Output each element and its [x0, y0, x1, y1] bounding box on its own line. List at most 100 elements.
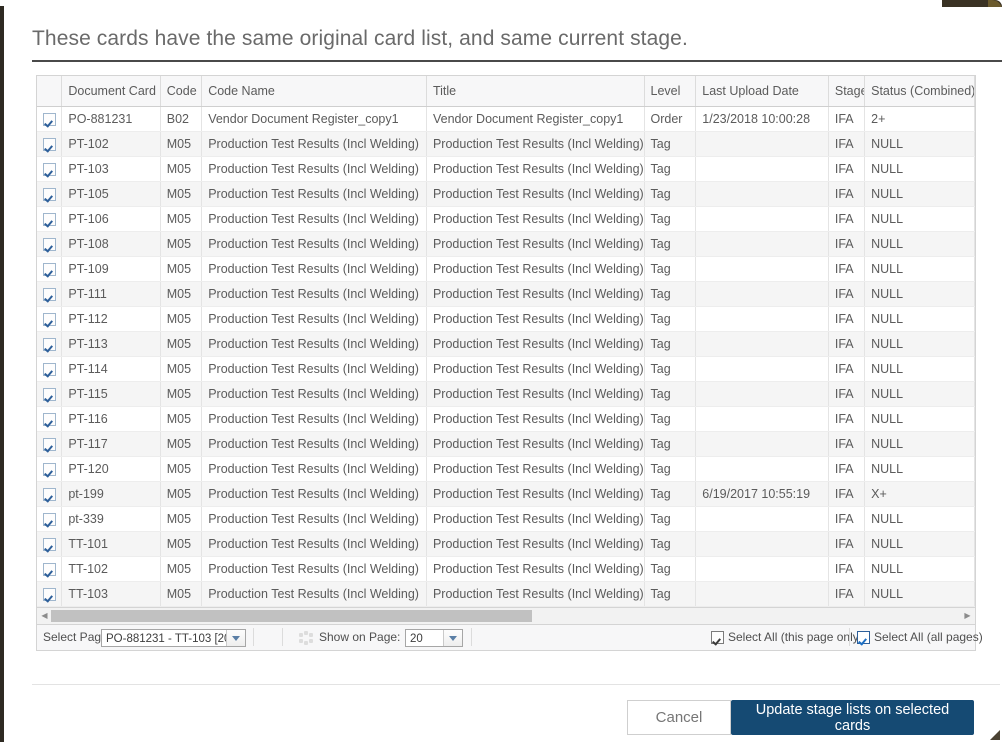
row-select-cell[interactable]: [37, 531, 63, 557]
column-header-code[interactable]: Code: [160, 76, 203, 107]
row-select-cell[interactable]: [37, 456, 63, 482]
row-checkbox[interactable]: [43, 337, 56, 351]
show-on-page-label: Show on Page:: [319, 630, 401, 644]
row-select-cell[interactable]: [37, 281, 63, 307]
cell-document-card: PT-103: [61, 156, 161, 182]
table-row[interactable]: pt-339 M05 Production Test Results (Incl W…: [37, 506, 975, 532]
row-checkbox[interactable]: [43, 112, 56, 126]
row-select-cell[interactable]: [37, 581, 63, 607]
column-header-code-name[interactable]: Code Name: [201, 76, 427, 107]
table-row[interactable]: PT-113 M05 Production Test Results (Incl W…: [37, 331, 975, 357]
show-on-page-dropdown[interactable]: 20: [405, 629, 463, 647]
table-row[interactable]: PT-103 M05 Production Test Results (Incl W…: [37, 156, 975, 182]
cell-last-upload-date: [695, 181, 829, 207]
row-checkbox[interactable]: [43, 237, 56, 251]
row-checkbox[interactable]: [43, 212, 56, 226]
horizontal-scrollbar[interactable]: ◀ ▶: [36, 608, 976, 625]
row-select-cell[interactable]: [37, 156, 63, 182]
cell-code: M05: [160, 456, 203, 482]
row-select-cell[interactable]: [37, 431, 63, 457]
select-all-this-page-checkbox[interactable]: [711, 630, 724, 644]
cell-stage: IFA: [828, 181, 866, 207]
row-checkbox[interactable]: [43, 587, 56, 601]
row-checkbox[interactable]: [43, 287, 56, 301]
scroll-left-icon[interactable]: ◀: [38, 608, 51, 623]
row-checkbox[interactable]: [43, 312, 56, 326]
row-select-cell[interactable]: [37, 181, 63, 207]
table-row[interactable]: TT-101 M05 Production Test Results (Incl W…: [37, 531, 975, 557]
table-row[interactable]: PT-114 M05 Production Test Results (Incl W…: [37, 356, 975, 382]
row-select-cell[interactable]: [37, 131, 63, 157]
row-select-cell[interactable]: [37, 381, 63, 407]
table-row[interactable]: PT-106 M05 Production Test Results (Incl W…: [37, 206, 975, 232]
row-checkbox[interactable]: [43, 562, 56, 576]
cards-grid: Document Card Code Code Name Title Level…: [36, 75, 976, 608]
cell-level: Tag: [644, 331, 697, 357]
cell-document-card: TT-103: [61, 581, 161, 607]
table-row[interactable]: PT-115 M05 Production Test Results (Incl W…: [37, 381, 975, 407]
row-select-cell[interactable]: [37, 356, 63, 382]
row-checkbox[interactable]: [43, 387, 56, 401]
row-select-cell[interactable]: [37, 506, 63, 532]
row-select-cell[interactable]: [37, 481, 63, 507]
table-row[interactable]: PT-111 M05 Production Test Results (Incl W…: [37, 281, 975, 307]
row-checkbox[interactable]: [43, 187, 56, 201]
row-select-cell[interactable]: [37, 206, 63, 232]
row-checkbox[interactable]: [43, 137, 56, 151]
row-select-cell[interactable]: [37, 556, 63, 582]
table-row[interactable]: TT-102 M05 Production Test Results (Incl W…: [37, 556, 975, 582]
row-select-cell[interactable]: [37, 406, 63, 432]
table-row[interactable]: PT-116 M05 Production Test Results (Incl W…: [37, 406, 975, 432]
row-checkbox[interactable]: [43, 437, 56, 451]
column-header-title[interactable]: Title: [426, 76, 645, 107]
row-checkbox[interactable]: [43, 412, 56, 426]
cell-title: Production Test Results (Incl Welding): [426, 506, 645, 532]
cancel-button[interactable]: Cancel: [627, 700, 731, 735]
table-row[interactable]: PT-112 M05 Production Test Results (Incl W…: [37, 306, 975, 332]
column-header-last-upload-date[interactable]: Last Upload Date: [695, 76, 829, 107]
row-select-cell[interactable]: [37, 256, 63, 282]
cell-last-upload-date: [695, 206, 829, 232]
scrollbar-thumb[interactable]: [51, 610, 532, 622]
table-row[interactable]: PT-109 M05 Production Test Results (Incl W…: [37, 256, 975, 282]
toolbar-divider-1: [253, 628, 254, 646]
row-select-cell[interactable]: [37, 331, 63, 357]
cell-stage: IFA: [828, 331, 866, 357]
chevron-down-icon-2[interactable]: [443, 630, 462, 646]
row-checkbox[interactable]: [43, 537, 56, 551]
cell-code: M05: [160, 131, 203, 157]
cell-code-name: Production Test Results (Incl Welding): [201, 356, 427, 382]
row-checkbox[interactable]: [43, 462, 56, 476]
select-all-all-pages[interactable]: Select All (all pages): [857, 625, 983, 649]
select-all-this-page[interactable]: Select All (this page only): [711, 625, 863, 649]
row-checkbox[interactable]: [43, 487, 56, 501]
table-row[interactable]: PT-108 M05 Production Test Results (Incl W…: [37, 231, 975, 257]
row-select-cell[interactable]: [37, 306, 63, 332]
select-page-dropdown[interactable]: PO-881231 - TT-103 [20]: [101, 629, 246, 647]
row-checkbox[interactable]: [43, 162, 56, 176]
column-header-checkbox[interactable]: [37, 76, 63, 107]
column-header-document-card[interactable]: Document Card: [61, 76, 161, 107]
select-all-all-pages-checkbox[interactable]: [857, 630, 870, 644]
row-select-cell[interactable]: [37, 106, 63, 132]
cell-code: M05: [160, 556, 203, 582]
cell-last-upload-date: [695, 231, 829, 257]
column-header-status-combined[interactable]: Status (Combined): [864, 76, 975, 107]
row-checkbox[interactable]: [43, 262, 56, 276]
column-header-stage[interactable]: Stage: [828, 76, 866, 107]
scroll-right-icon[interactable]: ▶: [961, 608, 974, 623]
table-row[interactable]: PT-105 M05 Production Test Results (Incl W…: [37, 181, 975, 207]
table-row[interactable]: PT-117 M05 Production Test Results (Incl W…: [37, 431, 975, 457]
column-header-level[interactable]: Level: [644, 76, 697, 107]
row-checkbox[interactable]: [43, 512, 56, 526]
cell-status-combined: NULL: [864, 206, 975, 232]
table-row[interactable]: PT-120 M05 Production Test Results (Incl W…: [37, 456, 975, 482]
update-stage-lists-button[interactable]: Update stage lists on selected cards: [731, 700, 974, 735]
chevron-down-icon[interactable]: [226, 630, 245, 646]
row-checkbox[interactable]: [43, 362, 56, 376]
table-row[interactable]: PT-102 M05 Production Test Results (Incl W…: [37, 131, 975, 157]
table-row[interactable]: PO-881231 B02 Vendor Document Register_cop…: [37, 106, 975, 132]
row-select-cell[interactable]: [37, 231, 63, 257]
table-row[interactable]: TT-103 M05 Production Test Results (Incl W…: [37, 581, 975, 607]
table-row[interactable]: pt-199 M05 Production Test Results (Incl W…: [37, 481, 975, 507]
